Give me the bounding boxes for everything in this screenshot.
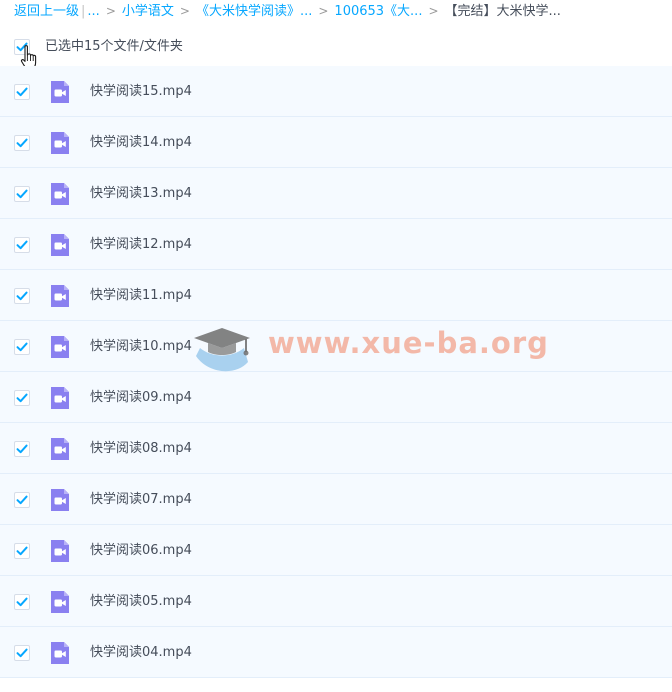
- checkmark-icon: [16, 444, 28, 454]
- file-name[interactable]: 快学阅读13.mp4: [90, 185, 192, 203]
- file-checkbox[interactable]: [14, 645, 30, 661]
- checkmark-icon: [16, 189, 28, 199]
- breadcrumb: 返回上一级 |... > 小学语文 > 《大米快学阅读》... >100653《大... > 【…: [14, 0, 561, 22]
- video-file-icon: [51, 642, 69, 664]
- video-file-icon: [51, 540, 69, 562]
- back-link[interactable]: 返回上一级: [14, 4, 79, 19]
- file-name[interactable]: 快学阅读12.mp4: [90, 236, 192, 254]
- selection-count-label: 已选中15个文件/文件夹: [45, 39, 183, 54]
- checkmark-icon: [16, 342, 28, 352]
- video-file-icon: [51, 183, 69, 205]
- file-row[interactable]: 快学阅读05.mp4: [0, 576, 672, 627]
- file-name[interactable]: 快学阅读15.mp4: [90, 83, 192, 101]
- file-list: 快学阅读15.mp4 快学阅读14.mp4 快学阅读13.mp4 快学阅读12.mp4…: [0, 66, 672, 678]
- video-file-icon: [51, 438, 69, 460]
- video-file-icon: [51, 489, 69, 511]
- file-checkbox[interactable]: [14, 186, 30, 202]
- file-checkbox[interactable]: [14, 84, 30, 100]
- breadcrumb-divider: |: [81, 4, 86, 19]
- video-file-icon: [51, 387, 69, 409]
- video-file-icon: [51, 234, 69, 256]
- checkmark-icon: [16, 546, 28, 556]
- checkmark-icon: [16, 291, 28, 301]
- breadcrumb-arrow-icon: >: [105, 4, 116, 18]
- file-name[interactable]: 快学阅读07.mp4: [90, 491, 192, 509]
- file-name[interactable]: 快学阅读09.mp4: [90, 389, 192, 407]
- file-row[interactable]: 快学阅读10.mp4: [0, 321, 672, 372]
- file-checkbox[interactable]: [14, 492, 30, 508]
- file-row[interactable]: 快学阅读07.mp4: [0, 474, 672, 525]
- breadcrumb-arrow-icon: >: [428, 4, 439, 18]
- file-row[interactable]: 快学阅读14.mp4: [0, 117, 672, 168]
- file-name[interactable]: 快学阅读05.mp4: [90, 593, 192, 611]
- selection-bar: 已选中15个文件/文件夹: [0, 34, 672, 60]
- breadcrumb-arrow-icon: >: [179, 4, 190, 18]
- breadcrumb-item-100653[interactable]: 100653《大...: [334, 4, 422, 19]
- file-checkbox[interactable]: [14, 339, 30, 355]
- file-row[interactable]: 快学阅读15.mp4: [0, 66, 672, 117]
- file-name[interactable]: 快学阅读11.mp4: [90, 287, 192, 305]
- breadcrumb-item-current: 【完结】大米快学...: [444, 4, 561, 19]
- file-name[interactable]: 快学阅读04.mp4: [90, 644, 192, 662]
- breadcrumb-ellipsis[interactable]: ...: [87, 4, 99, 19]
- video-file-icon: [51, 81, 69, 103]
- file-row[interactable]: 快学阅读11.mp4: [0, 270, 672, 321]
- file-checkbox[interactable]: [14, 237, 30, 253]
- checkmark-icon: [16, 393, 28, 403]
- file-row[interactable]: 快学阅读06.mp4: [0, 525, 672, 576]
- file-name[interactable]: 快学阅读08.mp4: [90, 440, 192, 458]
- file-row[interactable]: 快学阅读09.mp4: [0, 372, 672, 423]
- file-name[interactable]: 快学阅读10.mp4: [90, 338, 192, 356]
- file-checkbox[interactable]: [14, 594, 30, 610]
- file-row[interactable]: 快学阅读08.mp4: [0, 423, 672, 474]
- checkmark-icon: [16, 138, 28, 148]
- file-browser: 返回上一级 |... > 小学语文 > 《大米快学阅读》... >100653《大... > 【…: [0, 0, 672, 692]
- file-name[interactable]: 快学阅读14.mp4: [90, 134, 192, 152]
- file-checkbox[interactable]: [14, 543, 30, 559]
- file-checkbox[interactable]: [14, 288, 30, 304]
- file-row[interactable]: 快学阅读04.mp4: [0, 627, 672, 678]
- file-row[interactable]: 快学阅读13.mp4: [0, 168, 672, 219]
- checkmark-icon: [16, 648, 28, 658]
- video-file-icon: [51, 591, 69, 613]
- file-name[interactable]: 快学阅读06.mp4: [90, 542, 192, 560]
- checkmark-icon: [16, 495, 28, 505]
- file-row[interactable]: 快学阅读12.mp4: [0, 219, 672, 270]
- file-checkbox[interactable]: [14, 390, 30, 406]
- file-checkbox[interactable]: [14, 441, 30, 457]
- video-file-icon: [51, 132, 69, 154]
- file-checkbox[interactable]: [14, 135, 30, 151]
- video-file-icon: [51, 285, 69, 307]
- checkmark-icon: [16, 240, 28, 250]
- video-file-icon: [51, 336, 69, 358]
- checkmark-icon: [16, 597, 28, 607]
- checkmark-icon: [16, 87, 28, 97]
- breadcrumb-item-reading-course[interactable]: 《大米快学阅读》...: [196, 4, 312, 19]
- breadcrumb-item-primary-chinese[interactable]: 小学语文: [122, 4, 174, 19]
- breadcrumb-arrow-icon: >: [318, 4, 329, 18]
